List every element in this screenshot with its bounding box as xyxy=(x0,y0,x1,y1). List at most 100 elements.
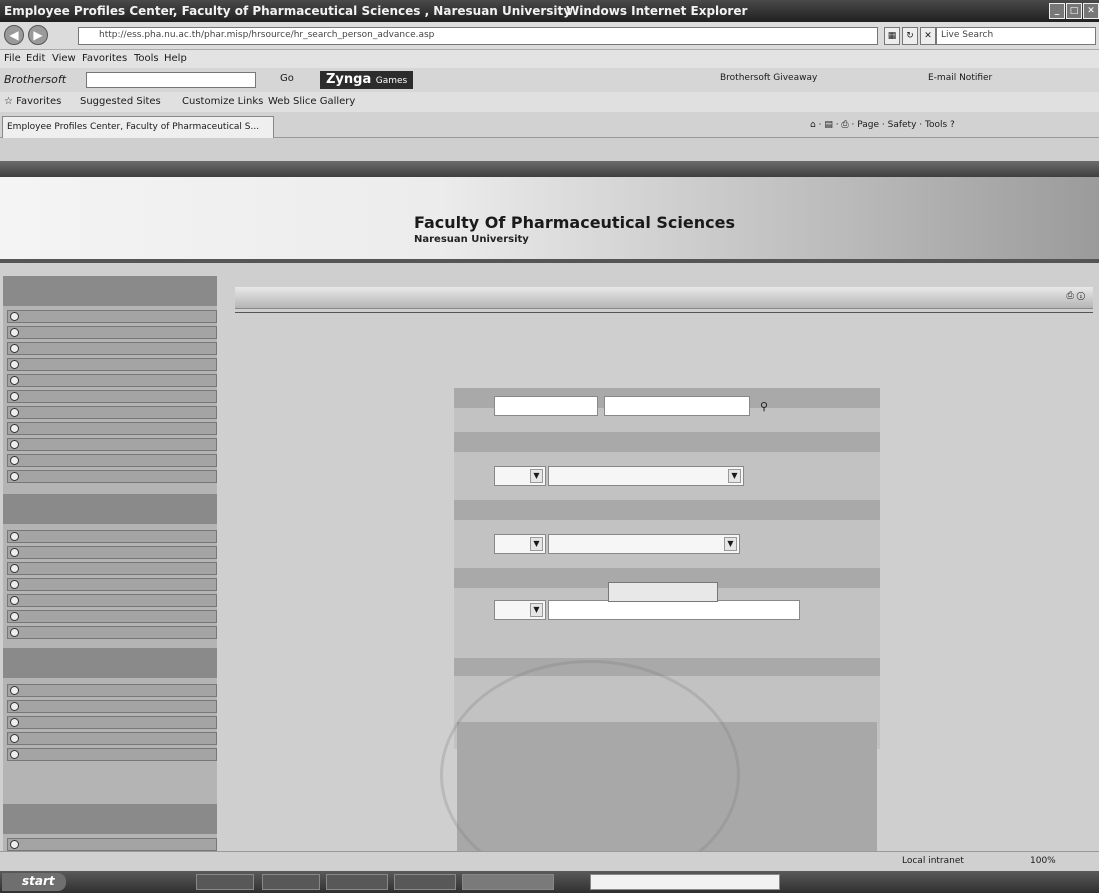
print-page-icon[interactable]: ⎙ xyxy=(1067,291,1074,301)
menu-favorites[interactable]: Favorites xyxy=(82,53,127,64)
bullet-icon xyxy=(10,596,19,605)
sidebar-item[interactable] xyxy=(7,700,217,713)
sidebar-item[interactable] xyxy=(7,406,217,419)
customize-links-link[interactable]: Customize Links xyxy=(182,96,263,107)
back-button[interactable]: ◀ xyxy=(4,25,24,45)
expertise-input[interactable] xyxy=(548,600,800,620)
sidebar-item[interactable] xyxy=(7,470,217,483)
help-icon[interactable]: ? xyxy=(950,120,955,130)
sidebar-item[interactable] xyxy=(7,374,217,387)
position-section-label xyxy=(454,500,880,520)
print-icon[interactable]: ⎙ xyxy=(841,120,848,130)
menu-edit[interactable]: Edit xyxy=(26,53,45,64)
feeds-icon[interactable]: ▤ xyxy=(824,120,833,130)
faculty-title: Faculty Of Pharmaceutical Sciences xyxy=(414,213,735,232)
bullet-icon xyxy=(10,328,19,337)
menu-view[interactable]: View xyxy=(52,53,76,64)
web-slice-gallery-link[interactable]: Web Slice Gallery xyxy=(268,96,355,107)
department-select[interactable]: ▼ xyxy=(548,466,744,486)
toolbar-go-button[interactable]: Go xyxy=(280,73,294,84)
sidebar-item[interactable] xyxy=(7,422,217,435)
info-icon[interactable]: ⓘ xyxy=(1077,291,1085,301)
first-name-input[interactable] xyxy=(494,396,598,416)
sidebar-item[interactable] xyxy=(7,684,217,697)
addon-toolbar: Brothersoft Go Zynga Games Brothersoft G… xyxy=(0,68,1099,92)
games-label: Games xyxy=(375,76,408,86)
live-search-label: Live Search xyxy=(941,30,994,40)
taskbar-item[interactable] xyxy=(196,874,254,890)
stop-icon[interactable]: ✕ xyxy=(920,27,936,45)
giveaway-link[interactable]: Brothersoft Giveaway xyxy=(720,73,817,83)
taskbar-item[interactable] xyxy=(262,874,320,890)
sidebar xyxy=(3,276,217,851)
maximize-button[interactable]: □ xyxy=(1066,3,1082,19)
bullet-icon xyxy=(10,532,19,541)
sidebar-item[interactable] xyxy=(7,530,217,543)
search-icon[interactable]: ⚲ xyxy=(760,400,768,413)
sidebar-item[interactable] xyxy=(7,578,217,591)
menu-help[interactable]: Help xyxy=(164,53,187,64)
bullet-icon xyxy=(10,628,19,637)
sidebar-item[interactable] xyxy=(7,732,217,745)
site-banner: Faculty Of Pharmaceutical Sciences Nares… xyxy=(0,177,1099,263)
sidebar-item[interactable] xyxy=(7,326,217,339)
sidebar-item[interactable] xyxy=(7,342,217,355)
taskbar-item[interactable] xyxy=(326,874,388,890)
command-bar: ⌂ · ▤ · ⎙ · Page · Safety · Tools ? xyxy=(810,120,955,130)
expertise-operator-select[interactable]: ▼ xyxy=(494,600,546,620)
sidebar-item[interactable] xyxy=(7,310,217,323)
sidebar-item[interactable] xyxy=(7,438,217,451)
menu-file[interactable]: File xyxy=(4,53,21,64)
zynga-button[interactable]: Zynga Games xyxy=(320,71,414,89)
search-submit-button[interactable] xyxy=(608,582,718,602)
bullet-icon xyxy=(10,376,19,385)
zoom-level[interactable]: 100% xyxy=(1030,856,1056,866)
bullet-icon xyxy=(10,580,19,589)
safety-menu[interactable]: Safety xyxy=(888,120,917,130)
toolbar-search-input[interactable] xyxy=(86,72,256,88)
minimize-button[interactable]: _ xyxy=(1049,3,1065,19)
content-header-bar: ⎙ ⓘ xyxy=(235,287,1093,309)
sidebar-item[interactable] xyxy=(7,748,217,761)
info-panel xyxy=(457,722,877,852)
sidebar-item[interactable] xyxy=(7,610,217,623)
start-button[interactable]: start xyxy=(2,873,66,891)
refresh-icon[interactable]: ↻ xyxy=(902,27,918,45)
address-bar[interactable]: http://ess.pha.nu.ac.th/phar.misp/hrsour… xyxy=(78,27,878,45)
live-search-input[interactable]: Live Search xyxy=(936,27,1096,45)
bullet-icon xyxy=(10,408,19,417)
tools-menu[interactable]: Tools xyxy=(925,120,947,130)
department-section-label xyxy=(454,432,880,452)
sidebar-item[interactable] xyxy=(7,716,217,729)
position-operator-select[interactable]: ▼ xyxy=(494,534,546,554)
sidebar-item[interactable] xyxy=(7,358,217,371)
sidebar-item[interactable] xyxy=(7,390,217,403)
home-icon[interactable]: ⌂ xyxy=(810,120,816,130)
bullet-icon xyxy=(10,456,19,465)
sidebar-item[interactable] xyxy=(7,626,217,639)
sidebar-item[interactable] xyxy=(7,562,217,575)
forward-button[interactable]: ▶ xyxy=(28,25,48,45)
sidebar-section-header xyxy=(3,494,217,524)
position-select[interactable]: ▼ xyxy=(548,534,740,554)
suggested-sites-link[interactable]: Suggested Sites xyxy=(80,96,161,107)
taskbar-item[interactable] xyxy=(394,874,456,890)
compatibility-icon[interactable]: ▦ xyxy=(884,27,900,45)
chevron-down-icon: ▼ xyxy=(530,469,543,483)
close-button[interactable]: ✕ xyxy=(1083,3,1099,19)
taskbar-item-active-browser[interactable] xyxy=(462,874,554,890)
last-name-input[interactable] xyxy=(604,396,750,416)
department-operator-select[interactable]: ▼ xyxy=(494,466,546,486)
favorites-button[interactable]: ☆ Favorites xyxy=(4,96,61,107)
tab-employee-profiles[interactable]: Employee Profiles Center, Faculty of Pha… xyxy=(2,116,274,138)
sidebar-item[interactable] xyxy=(7,594,217,607)
menu-tools[interactable]: Tools xyxy=(134,53,159,64)
tab-label: Employee Profiles Center, Faculty of Pha… xyxy=(7,122,260,132)
sidebar-item[interactable] xyxy=(7,546,217,559)
bullet-icon xyxy=(10,734,19,743)
sidebar-item[interactable] xyxy=(7,454,217,467)
page-menu[interactable]: Page xyxy=(857,120,879,130)
email-notifier-link[interactable]: E-mail Notifier xyxy=(928,73,992,83)
taskbar-toolbar-input[interactable] xyxy=(590,874,780,890)
sidebar-item[interactable] xyxy=(7,838,217,851)
